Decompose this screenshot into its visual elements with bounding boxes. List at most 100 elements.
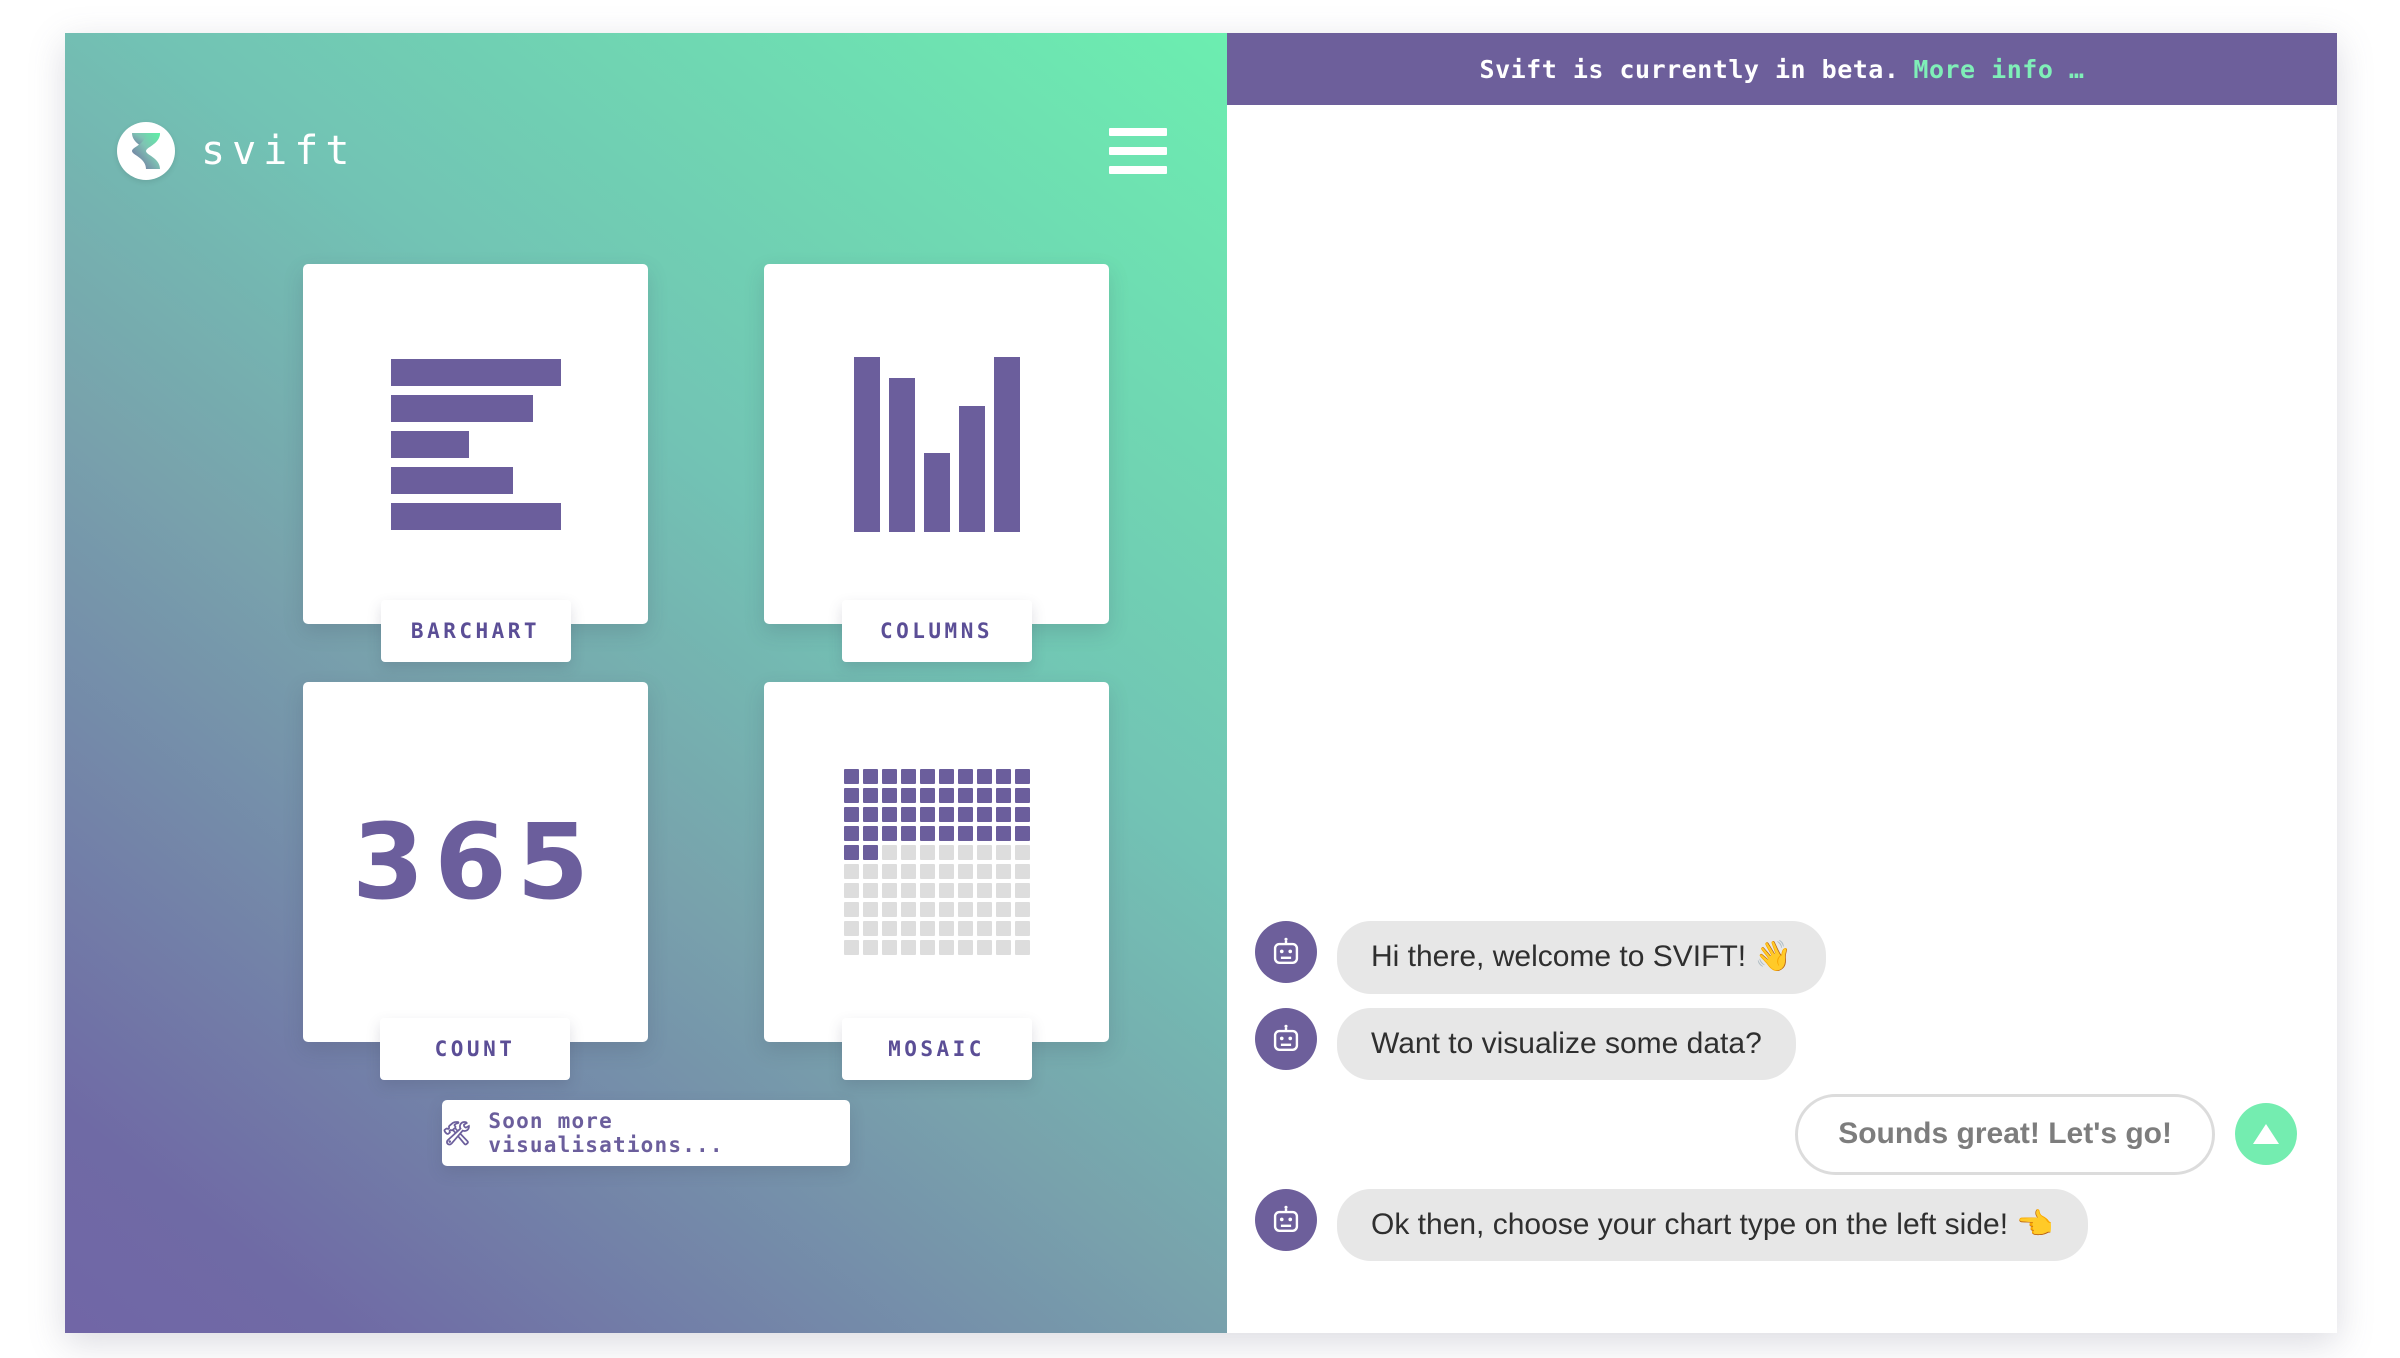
mosaic-cell [976, 807, 992, 822]
mosaic-cell [1014, 845, 1030, 860]
mosaic-cell [881, 883, 897, 898]
chat-row: Ok then, choose your chart type on the l… [1255, 1188, 2297, 1261]
mosaic-cell [881, 845, 897, 860]
mosaic-cell [976, 845, 992, 860]
chat-bubble-bot: Ok then, choose your chart type on the l… [1337, 1188, 2088, 1261]
mosaic-cell [995, 864, 1011, 879]
mosaic-cell [881, 788, 897, 803]
viz-card-label-barchart[interactable]: BARCHART [380, 600, 571, 662]
mosaic-cell [919, 921, 935, 936]
mosaic-cell [957, 826, 973, 841]
mosaic-cell [1014, 902, 1030, 917]
mosaic-cell [919, 940, 935, 955]
mosaic-cell [862, 940, 878, 955]
mosaic-cell [900, 769, 916, 784]
mosaic-cell [995, 902, 1011, 917]
svift-logo-icon [117, 122, 175, 180]
mosaic-cell [938, 864, 954, 879]
viz-card-barchart[interactable]: BARCHART [303, 264, 648, 662]
mosaic-cell [1014, 807, 1030, 822]
soon-more-visualisations-button[interactable]: 🛠 Soon more visualisations... [442, 1100, 850, 1166]
mosaic-cell [938, 845, 954, 860]
mosaic-cell [938, 940, 954, 955]
mosaic-cell [938, 769, 954, 784]
menu-bar-2 [1109, 147, 1167, 155]
viz-card-label-mosaic[interactable]: MOSAIC [841, 1018, 1032, 1080]
mosaic-cell [957, 769, 973, 784]
chat-row: Hi there, welcome to SVIFT! 👋 [1255, 921, 2297, 994]
hamburger-menu-icon[interactable] [1109, 111, 1167, 191]
soon-more-label: Soon more visualisations... [488, 1109, 724, 1157]
mosaic-cell [976, 902, 992, 917]
brand[interactable]: svift [117, 122, 356, 180]
viz-card-label-columns[interactable]: COLUMNS [841, 600, 1032, 662]
mosaic-cell [862, 864, 878, 879]
mosaic-cell [957, 902, 973, 917]
mosaic-cell [995, 826, 1011, 841]
send-triangle-icon[interactable] [2235, 1103, 2297, 1166]
chat-bubble-user[interactable]: Sounds great! Let's go! [1795, 1094, 2215, 1175]
count-icon: 365 [303, 682, 648, 1042]
mosaic-cell [976, 788, 992, 803]
mosaic-cell [919, 883, 935, 898]
mosaic-cell [843, 940, 859, 955]
mosaic-cell [900, 921, 916, 936]
mosaic-cell [862, 788, 878, 803]
mosaic-cell [976, 921, 992, 936]
mosaic-cell [957, 921, 973, 936]
mosaic-cell [843, 864, 859, 879]
mosaic-cell [995, 788, 1011, 803]
viz-card-label-count[interactable]: COUNT [380, 1018, 570, 1080]
mosaic-cell [976, 883, 992, 898]
robot-avatar-icon [1255, 921, 1317, 983]
mosaic-cell [995, 940, 1011, 955]
mosaic-cell [995, 883, 1011, 898]
robot-avatar-icon [1255, 1188, 1317, 1251]
mosaic-cell [843, 788, 859, 803]
mosaic-cell [919, 788, 935, 803]
mosaic-cell [976, 769, 992, 784]
mosaic-cell [900, 902, 916, 917]
columns-icon [764, 264, 1109, 624]
beta-more-info-link[interactable]: More info … [1913, 55, 2084, 84]
count-value: 365 [351, 801, 600, 923]
mosaic-cell [900, 864, 916, 879]
mosaic-cell [919, 845, 935, 860]
mosaic-cell [881, 807, 897, 822]
mosaic-cell [919, 902, 935, 917]
mosaic-cell [862, 826, 878, 841]
mosaic-cell [843, 883, 859, 898]
mosaic-cell [919, 807, 935, 822]
mosaic-cell [881, 769, 897, 784]
mosaic-cell [995, 845, 1011, 860]
mosaic-cell [843, 921, 859, 936]
viz-card-count[interactable]: 365 COUNT [303, 682, 648, 1080]
mosaic-cell [843, 845, 859, 860]
mosaic-cell [881, 921, 897, 936]
beta-banner: Svift is currently in beta. More info … [1227, 33, 2337, 105]
mosaic-cell [900, 807, 916, 822]
mosaic-cell [862, 845, 878, 860]
mosaic-cell [1014, 921, 1030, 936]
mosaic-cell [938, 921, 954, 936]
viz-card-columns[interactable]: COLUMNS [764, 264, 1109, 662]
mosaic-cell [1014, 826, 1030, 841]
mosaic-cell [995, 921, 1011, 936]
mosaic-cell [976, 940, 992, 955]
mosaic-cell [919, 769, 935, 784]
mosaic-cell [862, 769, 878, 784]
mosaic-cell [1014, 864, 1030, 879]
mosaic-cell [976, 864, 992, 879]
viz-card-mosaic[interactable]: MOSAIC [764, 682, 1109, 1080]
viz-topbar: svift [65, 111, 1227, 191]
mosaic-cell [1014, 769, 1030, 784]
chat-message-list: Hi there, welcome to SVIFT! 👋 Want to vi… [1227, 105, 2337, 1333]
mosaic-cell [938, 807, 954, 822]
mosaic-cell [1014, 883, 1030, 898]
menu-bar-1 [1109, 128, 1167, 136]
mosaic-cell [843, 902, 859, 917]
robot-avatar-icon [1255, 1007, 1317, 1070]
chat-row: Want to visualize some data? [1255, 1007, 2297, 1080]
mosaic-cell [957, 845, 973, 860]
mosaic-cell [881, 940, 897, 955]
